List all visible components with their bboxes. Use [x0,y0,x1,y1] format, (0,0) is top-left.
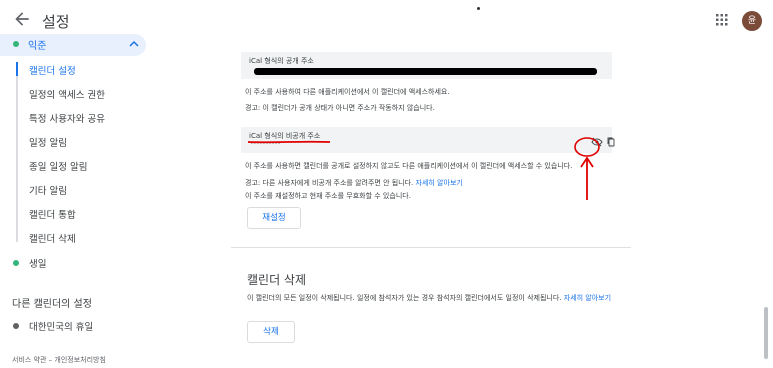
nav-rail-active [16,62,18,76]
settings-sidebar: 익준 캘린더 설정 일정의 액세스 권한 특정 사용자와 공유 일정 알림 종일… [0,34,160,368]
sidebar-item-integrate-calendar[interactable]: 캘린더 통합 [29,207,76,221]
other-calendars-heading: 다른 캘린더의 설정 [12,299,92,310]
private-address-warning: 경고: 다른 사용자에게 비공개 주소를 알려주면 안 됩니다. [245,179,414,187]
cursor-dot [477,7,480,10]
sidebar-item-share-with-people[interactable]: 특정 사용자와 공유 [29,111,105,125]
birthday-label: 생일 [29,259,47,270]
calendar-color-dot [13,41,19,47]
back-arrow-icon[interactable] [12,9,32,29]
delete-description: 이 캘린더의 모든 일정이 삭제됩니다. 일정에 참석자가 있는 경우 참석자의… [247,294,562,302]
sidebar-item-other-notifications[interactable]: 기타 알림 [29,183,67,197]
public-address-label: iCal 형식의 공개 주소 [249,57,314,65]
reset-button[interactable]: 재설정 [247,207,301,229]
nav-rail [16,62,18,242]
public-address-warning: 경고: 이 캘린더가 공개 상태가 아니면 주소가 작동하지 않습니다. [245,104,435,112]
footer-links[interactable]: 서비스 약관 – 개인정보처리방침 [12,355,106,365]
holiday-label: 대한민국의 휴일 [29,322,94,333]
sidebar-item-access-permissions[interactable]: 일정의 액세스 권한 [29,87,105,101]
copy-icon[interactable] [607,137,615,147]
private-address-warning-line: 경고: 다른 사용자에게 비공개 주소를 알려주면 안 됩니다. 자세히 알아보… [245,178,463,188]
learn-more-link-private[interactable]: 자세히 알아보기 [416,179,463,187]
public-address-note: 이 주소를 사용하여 다른 애플리케이션에서 이 캘린더에 액세스하세요. [245,88,450,96]
chevron-up-icon[interactable] [129,40,139,48]
private-address-field[interactable]: iCal 형식의 비공개 주소 •••••••••• [241,127,615,153]
delete-button[interactable]: 삭제 [247,321,295,343]
delete-description-block: 이 캘린더의 모든 일정이 삭제됩니다. 일정에 참석자가 있는 경우 참석자의… [247,293,632,303]
sidebar-calendar-header[interactable]: 익준 [0,34,146,56]
avatar[interactable]: 윤 [742,11,762,31]
birthday-color-dot [13,260,19,266]
delete-calendar-heading: 캘린더 삭제 [247,273,307,287]
settings-main: iCal 형식의 공개 주소 이 주소를 사용하여 다른 애플리케이션에서 이 … [231,42,631,368]
section-divider [231,247,631,248]
redacted-public-address [254,68,597,75]
sidebar-item-calendar-settings[interactable]: 캘린더 설정 [29,63,76,77]
public-address-field[interactable]: iCal 형식의 공개 주소 [241,52,612,79]
holiday-color-dot [13,323,19,329]
eye-off-icon[interactable] [591,137,603,147]
sidebar-item-birthdays[interactable]: 생일 [0,256,160,272]
private-address-masked: •••••••••• [250,140,281,147]
sidebar-item-holidays[interactable]: 대한민국의 휴일 [0,319,160,335]
scrollbar-thumb[interactable] [764,307,768,359]
page-title: 설정 [42,13,70,31]
sidebar-item-allday-notifications[interactable]: 종일 일정 알림 [29,159,87,173]
reset-note: 이 주소를 재설정하고 현재 주소를 무효화할 수 있습니다. [245,192,411,200]
sidebar-item-event-notifications[interactable]: 일정 알림 [29,135,67,149]
private-address-note: 이 주소를 사용하면 캘린더를 공개로 설정하지 않고도 다른 애플리케이션에서… [245,162,573,170]
learn-more-link-delete[interactable]: 자세히 알아보기 [564,294,611,302]
apps-grid-icon[interactable] [716,14,728,26]
calendar-name: 익준 [28,41,47,52]
sidebar-item-remove-calendar[interactable]: 캘린더 삭제 [29,231,76,245]
